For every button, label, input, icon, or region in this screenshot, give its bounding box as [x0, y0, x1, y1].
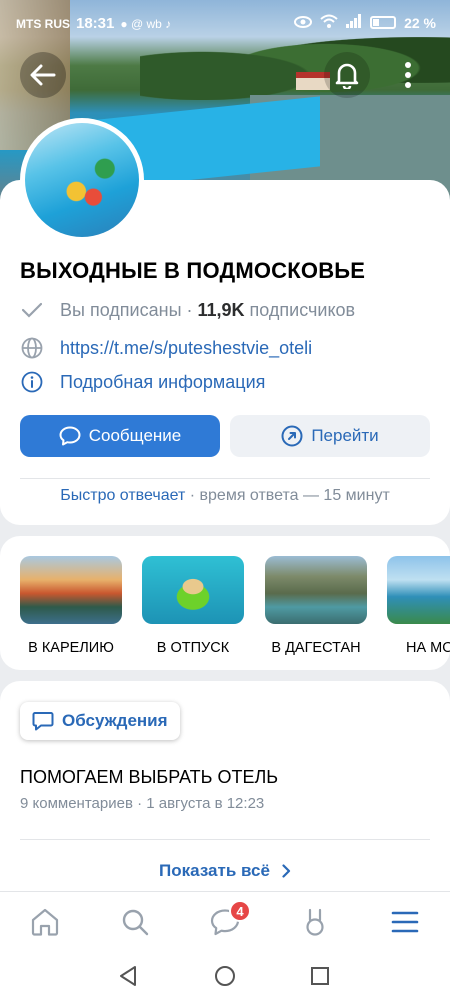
story-label: В ОТПУСК — [156, 640, 230, 656]
subscribers-suffix: подписчиков — [244, 299, 356, 320]
discussions-section: Обсуждения ПОМОГАЕМ ВЫБРАТЬ ОТЕЛЬ 9 комм… — [0, 681, 450, 891]
chevron-right-icon — [282, 864, 291, 878]
search-icon — [122, 909, 149, 936]
more-info-label: Подробная информация — [60, 371, 266, 392]
bottom-tab-bar: 4 — [0, 891, 450, 951]
story-label: НА МО — [406, 640, 450, 656]
profile-card: ВЫХОДНЫЕ В ПОДМОСКОВЬЕ Вы подписаны · 11… — [0, 118, 450, 525]
check-icon — [20, 298, 44, 322]
arrow-left-icon — [30, 64, 56, 86]
discussions-tab[interactable]: Обсуждения — [20, 702, 180, 740]
notification-icons: ● @ wb ♪ — [120, 16, 172, 31]
system-recents-button[interactable] — [307, 963, 333, 989]
stories-carousel: В КАРЕЛИЮ В ОТПУСК В ДАГЕСТАН НА МО — [0, 536, 450, 670]
unread-badge: 4 — [229, 900, 251, 922]
go-button[interactable]: Перейти — [230, 415, 430, 457]
divider — [20, 478, 430, 479]
avatar[interactable] — [20, 118, 144, 242]
story-thumbnail — [20, 556, 122, 624]
signal-icon — [346, 14, 362, 31]
topic-title[interactable]: ПОМОГАЕМ ВЫБРАТЬ ОТЕЛЬ — [20, 767, 278, 788]
menu-icon — [391, 911, 419, 933]
status-time: 18:31 — [76, 15, 115, 32]
message-button-label: Сообщение — [88, 426, 182, 445]
divider — [20, 839, 430, 840]
topic-meta: 9 комментариев · 1 августа в 12:23 — [20, 795, 265, 812]
tab-messages[interactable]: 4 — [207, 900, 251, 938]
tab-search[interactable] — [117, 906, 153, 938]
more-vertical-icon — [405, 62, 411, 88]
wifi-icon — [320, 14, 338, 31]
story-thumbnail — [387, 556, 450, 624]
bell-icon — [335, 63, 359, 89]
story-item[interactable]: В КАРЕЛИЮ — [20, 556, 122, 656]
subscription-row[interactable]: Вы подписаны · 11,9K подписчиков — [20, 298, 355, 322]
story-thumbnail — [142, 556, 244, 624]
tab-home[interactable] — [27, 906, 63, 938]
subscribed-label: Вы подписаны — [60, 299, 182, 320]
notifications-button[interactable] — [324, 52, 370, 98]
back-button[interactable] — [20, 52, 66, 98]
show-all-link[interactable]: Показать всё — [0, 861, 450, 881]
globe-icon — [20, 336, 44, 360]
website-link[interactable]: https://t.me/s/puteshestvie_oteli — [20, 336, 312, 360]
square-recents-icon — [311, 967, 329, 985]
response-time-row: Быстро отвечает · время ответа — 15 мину… — [0, 487, 450, 505]
home-icon — [31, 908, 59, 936]
battery-icon — [370, 16, 397, 29]
story-label: В КАРЕЛИЮ — [28, 640, 114, 656]
separator: · — [185, 487, 200, 504]
message-button[interactable]: Сообщение — [20, 415, 220, 457]
more-info-link[interactable]: Подробная информация — [20, 370, 265, 394]
system-home-button[interactable] — [212, 963, 238, 989]
system-back-button[interactable] — [115, 963, 141, 989]
discussions-label: Обсуждения — [62, 711, 168, 730]
go-button-label: Перейти — [311, 426, 379, 445]
arrow-up-right-circle-icon — [281, 425, 303, 447]
website-url: https://t.me/s/puteshestvie_oteli — [60, 337, 313, 358]
story-item[interactable]: В ДАГЕСТАН — [265, 556, 367, 656]
community-name: ВЫХОДНЫЕ В ПОДМОСКОВЬЕ — [20, 258, 366, 283]
story-item[interactable]: В ОТПУСК — [142, 556, 244, 656]
chat-icon — [32, 712, 54, 731]
bunny-icon — [306, 908, 324, 936]
separator: · — [181, 299, 198, 320]
fast-reply-label: Быстро отвечает — [60, 487, 186, 504]
story-thumbnail — [265, 556, 367, 624]
story-label: В ДАГЕСТАН — [271, 640, 361, 656]
subscribers-count: 11,9K — [197, 299, 245, 320]
battery-percent: 22 % — [404, 14, 436, 31]
carrier-label: MTS RUS — [16, 16, 70, 31]
triangle-back-icon — [120, 966, 136, 986]
info-icon — [20, 370, 44, 394]
tab-clips[interactable] — [297, 906, 333, 938]
more-options-button[interactable] — [388, 52, 428, 98]
circle-home-icon — [215, 966, 235, 986]
system-navigation-bar — [0, 951, 450, 1000]
message-bubble-icon — [59, 426, 81, 446]
eye-icon — [294, 15, 313, 31]
status-bar: MTS RUS 18:31 ● @ wb ♪ 22 % — [0, 0, 450, 46]
response-time-text: время ответа — 15 минут — [199, 487, 390, 504]
tab-menu[interactable] — [387, 906, 423, 938]
story-item[interactable]: НА МО — [387, 556, 450, 656]
show-all-label: Показать всё — [159, 861, 270, 880]
